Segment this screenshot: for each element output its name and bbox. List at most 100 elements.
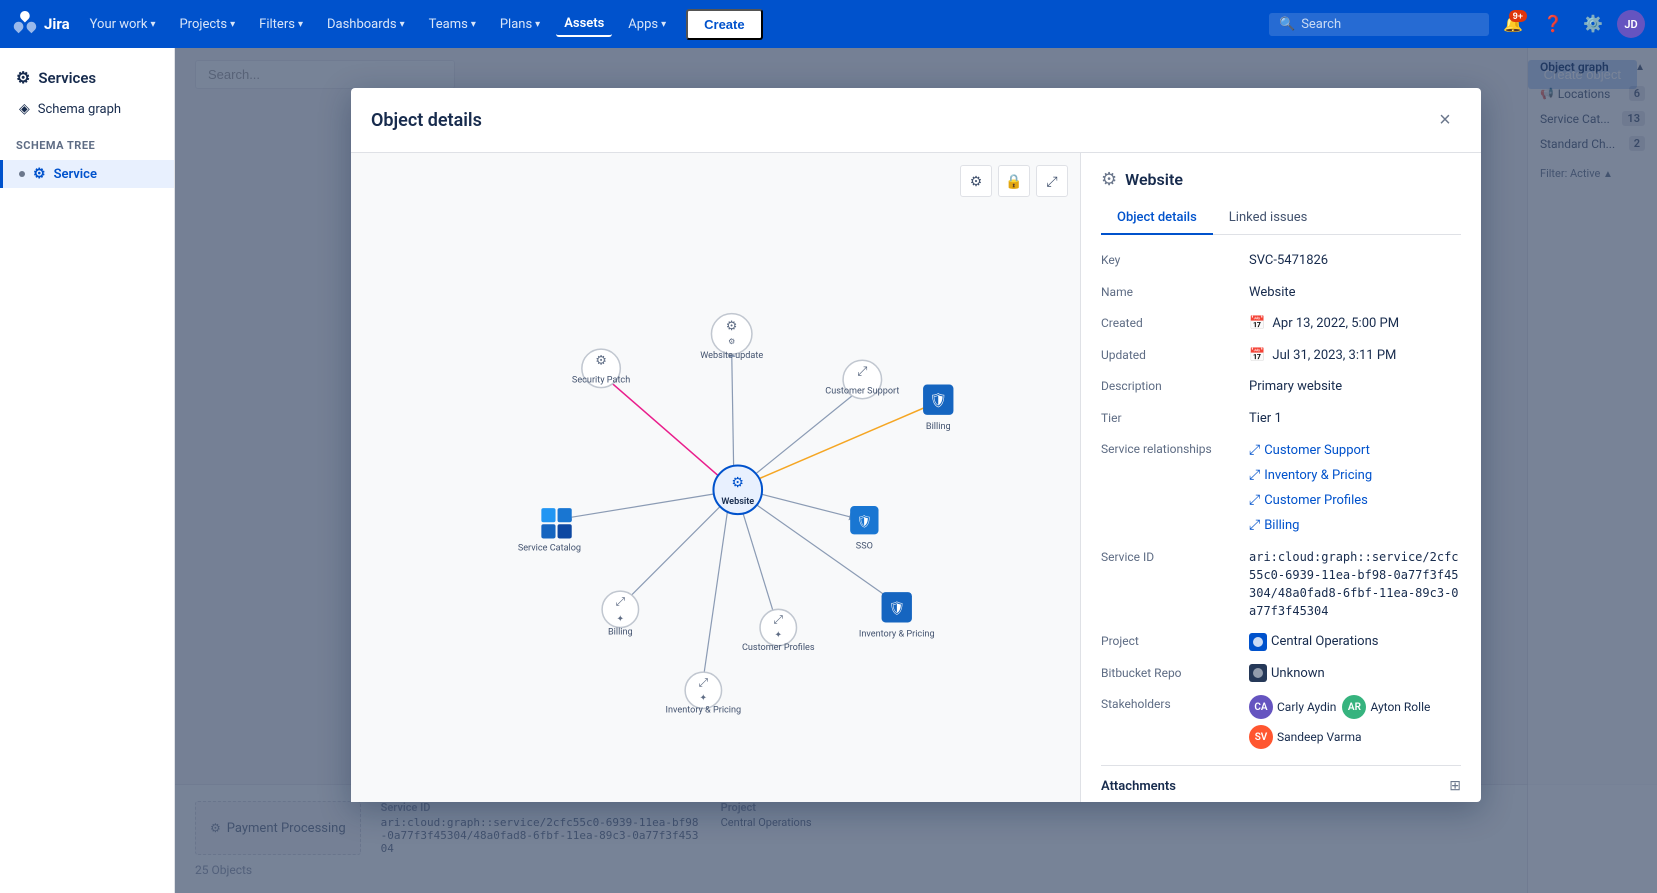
service-rel-billing[interactable]: ⤢ Billing (1249, 515, 1461, 536)
lock-tool-button[interactable]: 🔒 (998, 165, 1030, 197)
chevron-down-icon: ▾ (661, 19, 666, 30)
topnav: Jira Your work ▾ Projects ▾ Filters ▾ Da… (0, 0, 1657, 48)
detail-row-created: Created 📅 Apr 13, 2022, 5:00 PM (1101, 314, 1461, 334)
svg-text:Billing: Billing (926, 422, 951, 432)
search-bar[interactable]: 🔍 Search (1269, 13, 1489, 36)
nav-teams[interactable]: Teams ▾ (421, 13, 484, 36)
sidebar-item-schema-graph[interactable]: ◈ Schema graph (0, 95, 174, 123)
modal-body: ⚙ 🔒 ⤢ (351, 153, 1481, 802)
notif-badge: 9+ (1509, 10, 1527, 22)
chevron-down-icon: ▾ (150, 19, 155, 30)
nav-filters[interactable]: Filters ▾ (251, 13, 311, 36)
stakeholder-sandeep: SV Sandeep Varma (1249, 725, 1362, 749)
detail-service-relationships-value: ⤢ Customer Support ⤢ Inventory & Pricing… (1249, 440, 1461, 536)
sidebar: ⚙ Services ◈ Schema graph SCHEMA TREE ⚙ … (0, 48, 175, 893)
notifications-button[interactable]: 🔔 9+ (1497, 8, 1529, 40)
svg-text:SSO: SSO (856, 542, 873, 552)
topnav-right: 🔍 Search 🔔 9+ ❓ ⚙️ JD (1269, 8, 1645, 40)
detail-row-description: Description Primary website (1101, 377, 1461, 397)
svg-text:⚙: ⚙ (731, 475, 744, 491)
detail-created-value: 📅 Apr 13, 2022, 5:00 PM (1249, 314, 1461, 334)
graph-svg: ⚙ Website ⚙ ⚙ Website update ⚙ Security … (351, 153, 1080, 802)
detail-row-key: Key SVC-5471826 (1101, 251, 1461, 271)
sidebar-item-service[interactable]: ⚙ Service (0, 160, 174, 188)
nav-projects[interactable]: Projects ▾ (171, 13, 243, 36)
detail-row-service-relationships: Service relationships ⤢ Customer Support… (1101, 440, 1461, 536)
nav-apps[interactable]: Apps ▾ (620, 13, 674, 36)
chevron-down-icon: ▾ (230, 19, 235, 30)
logo[interactable]: Jira (12, 11, 70, 37)
chevron-down-icon: ▾ (471, 19, 476, 30)
detail-row-tier: Tier Tier 1 (1101, 409, 1461, 429)
nav-your-work[interactable]: Your work ▾ (82, 13, 164, 36)
settings-button[interactable]: ⚙️ (1577, 8, 1609, 40)
detail-project-value: Central Operations (1249, 632, 1461, 652)
svg-text:Security Patch: Security Patch (572, 376, 630, 386)
tab-linked-issues[interactable]: Linked issues (1213, 202, 1324, 235)
service-rel-customer-support[interactable]: ⤢ Customer Support (1249, 440, 1461, 461)
svg-text:⤢: ⤢ (697, 675, 708, 689)
svg-text:🛡: 🛡 (857, 514, 872, 528)
rel-icon: ⤢ (1249, 515, 1260, 536)
rel-icon: ⤢ (1249, 440, 1260, 461)
nav-plans[interactable]: Plans ▾ (492, 13, 548, 36)
svg-text:⤢: ⤢ (772, 612, 783, 626)
graph-toolbar: ⚙ 🔒 ⤢ (960, 165, 1068, 197)
details-tabs: Object details Linked issues (1101, 202, 1461, 235)
create-button[interactable]: Create (686, 9, 762, 40)
user-avatar[interactable]: JD (1617, 10, 1645, 38)
svg-text:⚙: ⚙ (726, 319, 738, 334)
schema-graph-icon: ◈ (19, 101, 30, 117)
filter-tool-button[interactable]: ⚙ (960, 165, 992, 197)
stakeholder-avatar-sandeep: SV (1249, 725, 1273, 749)
modal-header: Object details × (351, 88, 1481, 153)
graph-panel: ⚙ 🔒 ⤢ (351, 153, 1081, 802)
svg-text:Inventory & Pricing: Inventory & Pricing (859, 630, 935, 640)
chevron-down-icon: ▾ (535, 19, 540, 30)
detail-row-name: Name Website (1101, 283, 1461, 303)
details-object-icon: ⚙ (1101, 169, 1117, 190)
detail-tier-value: Tier 1 (1249, 409, 1461, 429)
project-icon (1249, 633, 1267, 651)
svg-text:✦: ✦ (774, 631, 782, 641)
calendar-icon: 📅 (1249, 316, 1265, 331)
svg-text:Inventory & Pricing: Inventory & Pricing (666, 706, 742, 716)
tab-object-details[interactable]: Object details (1101, 202, 1213, 235)
attachments-title: Attachments (1101, 779, 1176, 794)
nav-dashboards[interactable]: Dashboards ▾ (319, 13, 413, 36)
attachments-grid-icon[interactable]: ⊞ (1449, 778, 1461, 794)
svg-text:⚙: ⚙ (728, 336, 735, 346)
rel-icon: ⤢ (1249, 490, 1260, 511)
detail-row-stakeholders: Stakeholders CA Carly Aydin AR (1101, 695, 1461, 749)
stakeholder-avatar-ayton: AR (1342, 695, 1366, 719)
detail-row-bitbucket: Bitbucket Repo Unknown (1101, 664, 1461, 684)
help-button[interactable]: ❓ (1537, 8, 1569, 40)
content-area: Create object ⚙ Payment Processing Servi… (175, 48, 1657, 893)
detail-stakeholders-value: CA Carly Aydin AR Ayton Rolle (1249, 695, 1461, 749)
sidebar-title: ⚙ Services (0, 60, 174, 95)
detail-description-value: Primary website (1249, 377, 1461, 397)
bitbucket-icon (1249, 664, 1267, 682)
service-rel-customer-profiles[interactable]: ⤢ Customer Profiles (1249, 490, 1461, 511)
stakeholders-list: CA Carly Aydin AR Ayton Rolle (1249, 695, 1461, 719)
svg-text:🛡: 🛡 (929, 392, 947, 409)
object-details-modal: Object details × ⚙ 🔒 ⤢ (351, 88, 1481, 802)
service-rel-inventory-pricing[interactable]: ⤢ Inventory & Pricing (1249, 465, 1461, 486)
attachments-section: Attachments ⊞ No attachments (1101, 765, 1461, 802)
svg-text:⤢: ⤢ (857, 364, 868, 379)
modal-close-button[interactable]: × (1429, 104, 1461, 136)
svg-text:Customer Profiles: Customer Profiles (742, 643, 815, 653)
modal-title: Object details (371, 110, 482, 131)
svg-text:Service Catalog: Service Catalog (518, 544, 581, 554)
active-dot (19, 171, 25, 177)
expand-tool-button[interactable]: ⤢ (1036, 165, 1068, 197)
detail-row-service-id: Service ID ari:cloud:graph::service/2cfc… (1101, 548, 1461, 620)
details-panel: ⚙ Website Object details Linked issues K… (1081, 153, 1481, 802)
modal-backdrop: Object details × ⚙ 🔒 ⤢ (175, 48, 1657, 893)
detail-updated-value: 📅 Jul 31, 2023, 3:11 PM (1249, 346, 1461, 366)
calendar-icon: 📅 (1249, 348, 1265, 363)
sidebar-schema-tree-label: SCHEMA TREE (0, 131, 174, 160)
detail-row-project: Project Central Operations (1101, 632, 1461, 652)
nav-assets[interactable]: Assets (556, 12, 612, 37)
svg-text:🛡: 🛡 (888, 600, 905, 616)
